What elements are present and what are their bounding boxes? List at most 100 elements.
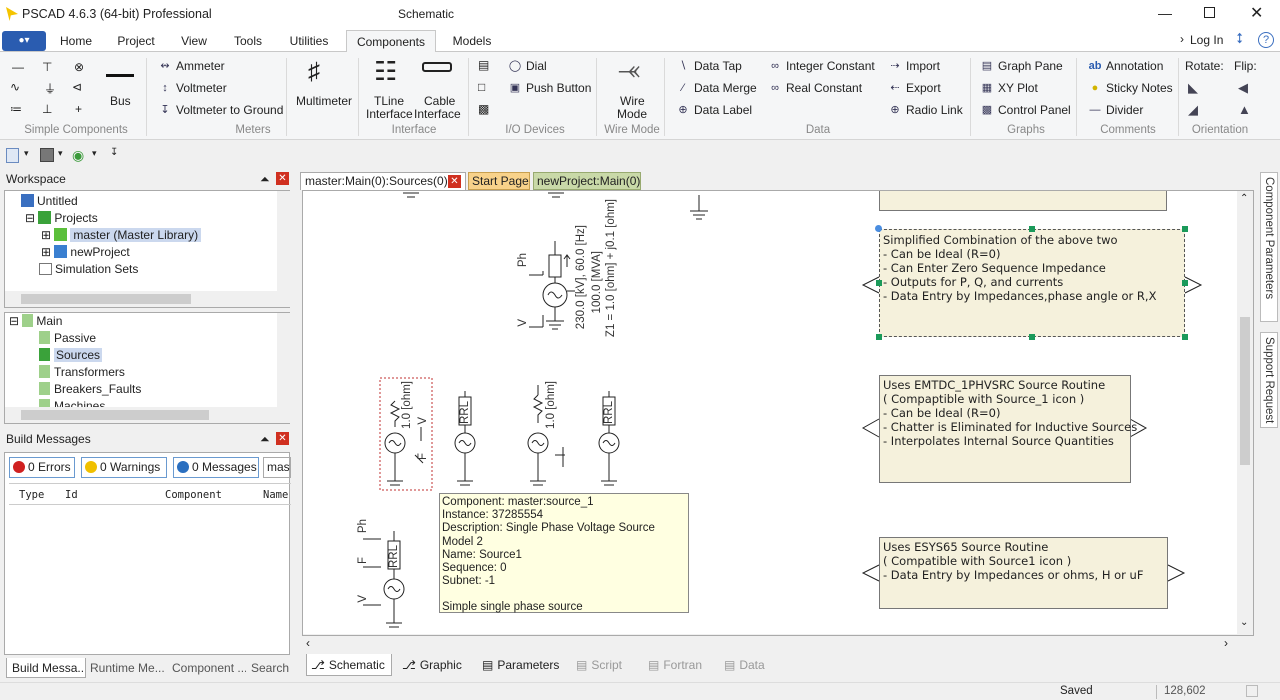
- warnings-filter[interactable]: 0 Warnings: [81, 457, 167, 478]
- tab-parameters[interactable]: ▤ Parameters: [482, 654, 559, 676]
- annotation-note-top[interactable]: [879, 191, 1167, 211]
- capacitor-icon[interactable]: ≔: [10, 102, 22, 116]
- annotation-button[interactable]: ab Annotation: [1088, 59, 1164, 73]
- side-tab-component-parameters[interactable]: Component Parameters: [1260, 172, 1278, 322]
- integer-constant-button[interactable]: ∞ Integer Constant: [768, 59, 875, 73]
- tree-item-transformers[interactable]: Transformers: [39, 364, 125, 380]
- voltmeter-button[interactable]: ↕ Voltmeter: [158, 81, 226, 95]
- col-component[interactable]: Component: [165, 484, 222, 506]
- login-link[interactable]: Log In: [1190, 33, 1223, 47]
- app-menu-button[interactable]: ●▾: [2, 31, 46, 51]
- save-dropdown-icon[interactable]: ▾: [58, 148, 63, 159]
- tree2-hscrollbar[interactable]: [5, 407, 291, 423]
- divider-button[interactable]: — Divider: [1088, 103, 1144, 117]
- annotation-note-1[interactable]: Simplified Combination of the above two …: [879, 229, 1185, 337]
- tab-view[interactable]: View: [174, 30, 214, 52]
- messages-search-input[interactable]: mast: [263, 457, 291, 478]
- annotation-note-2[interactable]: Uses EMTDC_1PHVSRC Source Routine ( Comp…: [879, 375, 1137, 483]
- side-tab-support-request[interactable]: Support Request: [1260, 332, 1278, 428]
- tab-utilities[interactable]: Utilities: [282, 30, 336, 52]
- tree-item-simulation-sets[interactable]: Simulation Sets: [39, 261, 138, 277]
- io-icon-3[interactable]: ▩: [478, 102, 489, 116]
- voltmeter-ground-button[interactable]: ↧ Voltmeter to Ground: [158, 103, 283, 117]
- cable-label[interactable]: Cable: [424, 94, 455, 108]
- maximize-button[interactable]: [1204, 7, 1215, 18]
- canvas-hscrollbar[interactable]: [303, 634, 1237, 635]
- data-tap-button[interactable]: ∖ Data Tap: [676, 59, 741, 73]
- build-pin-icon[interactable]: ⏶: [260, 430, 270, 449]
- dial-button[interactable]: ◯ Dial: [508, 59, 547, 73]
- scroll-down-icon[interactable]: ⌄: [1240, 617, 1248, 628]
- tree-item-projects[interactable]: ⊟ Projects: [25, 210, 98, 226]
- cable-label-2[interactable]: Interface: [414, 107, 461, 121]
- tree-item-breakers[interactable]: Breakers_Faults: [39, 381, 141, 397]
- node-icon[interactable]: ⊤: [42, 60, 52, 74]
- diode-icon[interactable]: ⊲: [72, 80, 82, 94]
- scroll-left-icon[interactable]: ‹: [306, 636, 310, 650]
- tab-graphic[interactable]: ⎇ Graphic: [402, 654, 462, 676]
- selection-handle[interactable]: [876, 334, 882, 340]
- tree-item-main[interactable]: ⊟ Main: [9, 313, 62, 329]
- bus-button[interactable]: Bus: [110, 94, 131, 108]
- xnode-icon[interactable]: ⊥: [42, 102, 52, 116]
- cross-icon[interactable]: ⊗: [74, 60, 84, 74]
- tab-project[interactable]: Project: [112, 30, 160, 52]
- inductor-icon[interactable]: ∿: [10, 80, 20, 94]
- tree-item-passive[interactable]: Passive: [39, 330, 96, 346]
- pin-icon[interactable]: ⏶: [260, 170, 270, 189]
- build-close-icon[interactable]: ✕: [276, 432, 289, 445]
- doc-tab-sources[interactable]: master:Main(0):Sources(0) ✕: [300, 172, 466, 190]
- selection-handle[interactable]: [1182, 226, 1188, 232]
- ground-icon[interactable]: ⏚: [44, 80, 56, 97]
- tree-item-newproject[interactable]: ⊞ newProject: [41, 244, 130, 260]
- minimize-button[interactable]: —: [1158, 5, 1172, 21]
- xy-plot-button[interactable]: ▦ XY Plot: [980, 81, 1038, 95]
- customize-qat-icon[interactable]: ↧: [110, 147, 118, 158]
- tree-hscrollbar[interactable]: [5, 291, 291, 307]
- wire-mode-label-2[interactable]: Mode: [617, 107, 647, 121]
- schematic-canvas[interactable]: 230.0 [kV], 60.0 [Hz] 100.0 [MVA] Z1 = 1…: [302, 190, 1254, 636]
- bus-icon[interactable]: [106, 74, 134, 77]
- run-icon[interactable]: ◉: [72, 147, 84, 164]
- help-icon[interactable]: ?: [1258, 32, 1274, 48]
- save-icon[interactable]: [40, 148, 54, 162]
- col-name[interactable]: Name: [263, 484, 291, 506]
- tab-components[interactable]: Components: [346, 30, 436, 53]
- new-dropdown-icon[interactable]: ▾: [24, 148, 29, 159]
- wire-mode-label[interactable]: Wire: [620, 94, 645, 108]
- tree-item-master[interactable]: ⊞ master (Master Library): [41, 227, 202, 243]
- rotate-ccw-icon[interactable]: ◢: [1188, 102, 1198, 118]
- io-icon-1[interactable]: ▤: [478, 58, 489, 72]
- export-button[interactable]: ⇠ Export: [888, 81, 940, 95]
- annotation-note-3[interactable]: Uses ESYS65 Source Routine ( Compatible …: [879, 537, 1168, 609]
- tab-search[interactable]: Search: [251, 658, 289, 678]
- tree-item-machines[interactable]: Machines: [39, 398, 105, 407]
- tab-tools[interactable]: Tools: [228, 30, 268, 52]
- ribbon-collapse-icon[interactable]: ⭥: [1236, 30, 1244, 47]
- tab-models[interactable]: Models: [446, 30, 498, 52]
- tab-runtime-messages[interactable]: Runtime Me...: [90, 658, 168, 678]
- tree2-vscrollbar[interactable]: [277, 313, 291, 407]
- data-merge-button[interactable]: ⁄ Data Merge: [676, 81, 757, 95]
- junction-icon[interactable]: +: [75, 102, 82, 116]
- canvas-vscrollbar[interactable]: ⌃ ⌄: [1237, 191, 1253, 635]
- real-constant-button[interactable]: ∞ Real Constant: [768, 81, 862, 95]
- doc-tab-start-page[interactable]: Start Page: [468, 172, 530, 190]
- voltage-source-main[interactable]: [529, 241, 575, 330]
- doc-tab-close-icon[interactable]: ✕: [448, 175, 461, 188]
- flip-h-icon[interactable]: ◀: [1238, 80, 1248, 96]
- tree-item-sources[interactable]: Sources: [39, 347, 103, 363]
- import-button[interactable]: ⇢ Import: [888, 59, 940, 73]
- scroll-right-icon[interactable]: ›: [1224, 636, 1228, 650]
- col-id[interactable]: Id: [65, 484, 78, 506]
- flip-v-icon[interactable]: ▲: [1238, 102, 1251, 117]
- scroll-up-icon[interactable]: ⌃: [1240, 193, 1248, 204]
- workspace-close-icon[interactable]: ✕: [276, 172, 289, 185]
- selection-handle[interactable]: [1029, 334, 1035, 340]
- tline-label[interactable]: TLine: [374, 94, 404, 108]
- col-type[interactable]: Type: [19, 484, 44, 506]
- graph-pane-button[interactable]: ▤ Graph Pane: [980, 59, 1063, 73]
- tab-fortran[interactable]: ▤ Fortran: [648, 654, 702, 676]
- selection-handle[interactable]: [1182, 280, 1188, 286]
- io-icon-2[interactable]: □: [478, 80, 485, 94]
